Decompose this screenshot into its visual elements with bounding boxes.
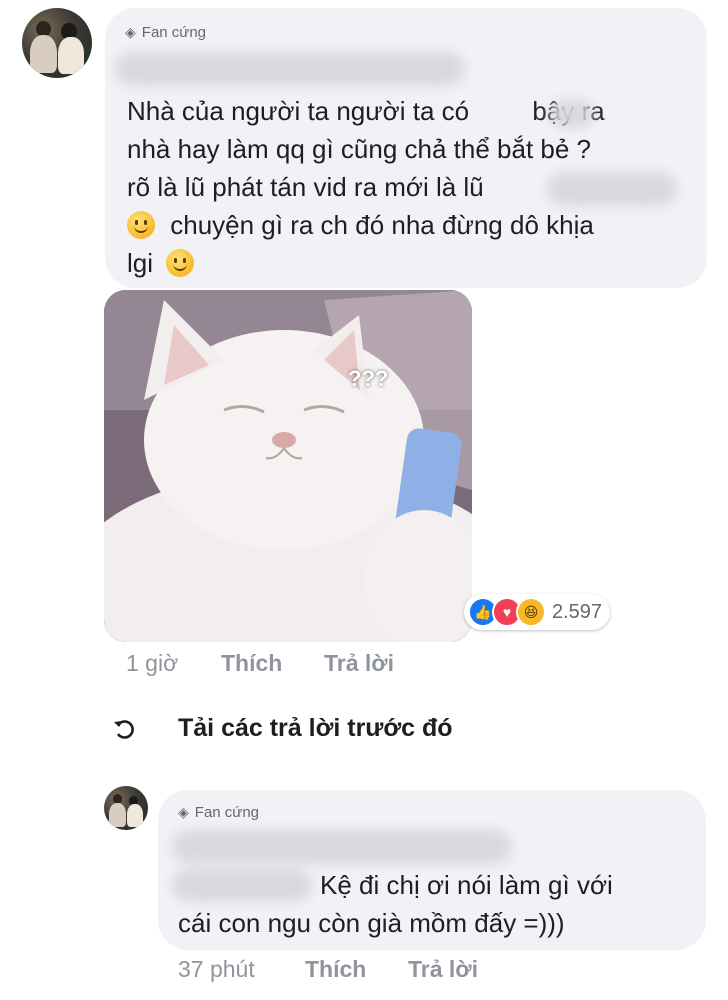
smiley-emoji-icon (166, 249, 195, 277)
redacted-author-name[interactable] (172, 830, 512, 864)
fan-badge: ◈ Fan cứng (178, 804, 259, 821)
haha-icon: 😆 (516, 597, 546, 627)
diamond-icon: ◈ (178, 804, 189, 820)
reply-timestamp[interactable]: 37 phút (178, 956, 255, 983)
comment-timestamp[interactable]: 1 giờ (126, 650, 178, 677)
load-previous-label[interactable]: Tải các trả lời trước đó (178, 714, 453, 743)
fan-badge-label: Fan cứng (141, 24, 207, 41)
smiley-emoji-icon (127, 211, 155, 239)
cat-illustration (104, 290, 472, 642)
reply-button[interactable]: Trả lời (408, 956, 478, 983)
load-previous-replies[interactable]: Tải các trả lời trước đó (112, 714, 453, 743)
avatar[interactable] (22, 8, 92, 78)
avatar[interactable] (104, 786, 148, 830)
reply-button[interactable]: Trả lời (324, 650, 394, 677)
fan-badge-label: Fan cứng (194, 804, 260, 821)
cat-meme-image[interactable]: ??? (104, 290, 472, 642)
sticker-text: ??? (348, 366, 389, 391)
reaction-count: 2.597 (552, 600, 603, 623)
diamond-icon: ◈ (125, 24, 136, 40)
reply-text-line1: Kệ đi chị ơi nói làm gì với (320, 870, 613, 900)
comment-text: Nhà của người ta người ta có bậy ra nhà … (127, 92, 707, 282)
reply-text-line2: cái con ngu còn già mồm đấy =))) (178, 908, 565, 938)
reactions-summary[interactable]: 👍 ♥ 😆 2.597 (464, 594, 611, 630)
comment-bubble: ◈ Fan cứng Nhà của người ta người ta có … (105, 8, 707, 288)
redacted-word (172, 868, 312, 902)
reply-arrow-icon (114, 719, 134, 739)
reply-bubble: ◈ Fan cứng Kệ đi chị ơi nói làm gì với c… (158, 790, 706, 950)
redacted-word (549, 100, 594, 128)
redacted-author-name[interactable] (115, 52, 465, 86)
redacted-word (547, 172, 677, 206)
like-button[interactable]: Thích (221, 650, 282, 677)
like-button[interactable]: Thích (305, 956, 366, 983)
fan-badge: ◈ Fan cứng (125, 24, 206, 41)
